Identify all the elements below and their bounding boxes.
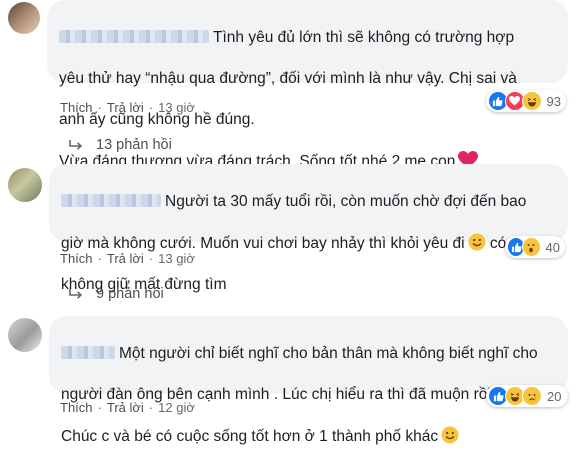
comment-line: Chúc c và bé có cuộc sống tốt hơn ở 1 th…: [61, 427, 439, 445]
view-replies-link[interactable]: 9 phản hồi: [68, 286, 164, 302]
like-button[interactable]: Thích: [60, 400, 93, 415]
reaction-summary[interactable]: 40: [505, 236, 565, 258]
like-button[interactable]: Thích: [60, 251, 93, 266]
comment-bubble-2: Người ta 30 mấy tuổi rồi, còn muốn chờ đ…: [49, 164, 568, 293]
reaction-count: 40: [545, 239, 560, 255]
reply-button[interactable]: Trả lời: [107, 251, 144, 266]
reply-arrow-icon: [69, 289, 83, 299]
replies-count-label: 13 phản hồi: [96, 137, 172, 153]
wow-reaction-icon: [522, 237, 541, 257]
reply-arrow-icon: [69, 140, 83, 150]
timestamp[interactable]: 13 giờ: [158, 100, 195, 115]
reply-button[interactable]: Trả lời: [107, 100, 144, 115]
replies-count-label: 9 phản hồi: [96, 286, 164, 302]
like-button[interactable]: Thích: [60, 100, 93, 115]
comment-actions: Thích · Trả lời · 12 giờ: [60, 400, 195, 415]
comment-line: giờ mà không cưới. Muốn vui chơi bay nhả…: [61, 234, 465, 252]
comment-line: Tình yêu đủ lớn thì sẽ không có trường h…: [213, 28, 515, 46]
avatar[interactable]: [8, 168, 42, 202]
sad-reaction-icon: [522, 386, 542, 406]
author-name-blurred[interactable]: [61, 193, 161, 207]
timestamp[interactable]: 13 giờ: [158, 251, 195, 266]
comment-actions: Thích · Trả lời · 13 giờ: [60, 251, 195, 266]
avatar[interactable]: [8, 318, 42, 352]
comment-line: Một người chỉ biết nghĩ cho bản thân mà …: [119, 344, 538, 362]
reaction-count: 93: [546, 93, 561, 109]
reply-button[interactable]: Trả lời: [107, 400, 144, 415]
comment-line: yêu thử hay “nhậu qua đường”, đối với mì…: [59, 69, 517, 87]
author-name-blurred[interactable]: [59, 29, 209, 43]
comment-bubble-3: Một người chỉ biết nghĩ cho bản thân mà …: [49, 316, 568, 445]
view-replies-link[interactable]: 13 phản hồi: [68, 137, 172, 153]
reaction-summary[interactable]: 93: [486, 90, 566, 112]
smile-emoji-icon: [441, 426, 459, 444]
reaction-summary[interactable]: 20: [486, 385, 568, 407]
haha-reaction-icon: [521, 91, 542, 111]
comment-inline-tail: có: [489, 234, 507, 252]
timestamp[interactable]: 12 giờ: [158, 400, 195, 415]
author-name-blurred[interactable]: [61, 345, 115, 359]
avatar[interactable]: [8, 2, 40, 34]
comment-bubble-1: Tình yêu đủ lớn thì sẽ không có trường h…: [47, 0, 568, 170]
reaction-count: 20: [547, 388, 562, 404]
comment-actions: Thích · Trả lời · 13 giờ: [60, 100, 195, 115]
comment-line: Người ta 30 mấy tuổi rồi, còn muốn chờ đ…: [165, 192, 527, 210]
smile-emoji-icon: [468, 233, 486, 251]
